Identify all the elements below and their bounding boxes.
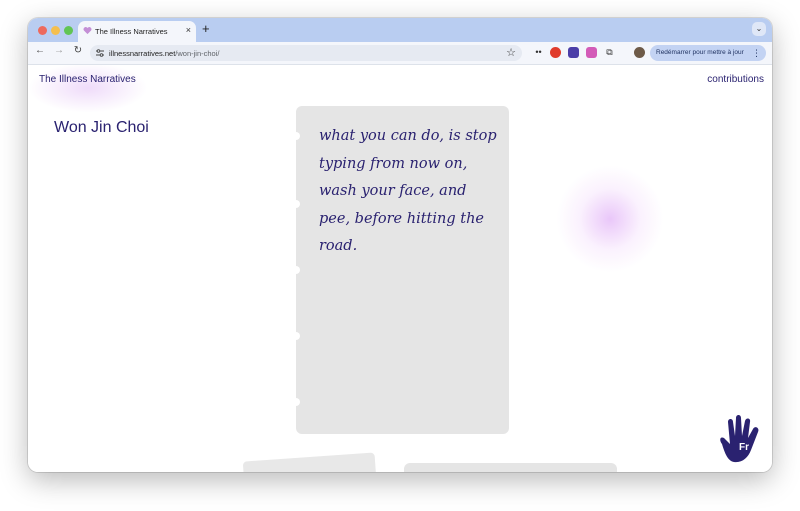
new-tab-button[interactable]: + xyxy=(202,21,210,36)
heart-favicon-icon xyxy=(83,27,92,35)
header-glow xyxy=(28,65,148,113)
pink-extension-icon[interactable] xyxy=(586,47,597,58)
close-window-button[interactable] xyxy=(38,26,47,35)
browser-toolbar: ← → ↻ illnessnarratives.net/won-jin-choi… xyxy=(28,42,772,65)
restart-update-button[interactable]: Redémarrer pour mettre à jour ⋮ xyxy=(650,45,766,61)
hand-icon[interactable]: Fr xyxy=(716,412,760,464)
back-button[interactable]: ← xyxy=(33,45,47,56)
card-notch xyxy=(292,332,300,340)
bookmark-star-icon[interactable]: ☆ xyxy=(506,46,516,59)
site-title-link[interactable]: The Illness Narratives xyxy=(39,74,136,85)
tab-close-icon[interactable]: × xyxy=(186,25,191,35)
minimize-window-button[interactable] xyxy=(51,26,60,35)
puzzle-extension-icon[interactable]: ⧉ xyxy=(604,47,615,58)
purple-extension-icon[interactable] xyxy=(568,47,579,58)
tune-icon[interactable] xyxy=(95,48,105,58)
extension-dots-icon[interactable]: •• xyxy=(533,47,544,58)
url-host: illnessnarratives.net xyxy=(109,49,176,58)
menu-kebab-icon[interactable]: ⋮ xyxy=(752,45,761,61)
tab-search-button[interactable]: ⌄ xyxy=(752,22,766,36)
card-notch xyxy=(292,398,300,406)
card-notch xyxy=(292,266,300,274)
url-text: illnessnarratives.net/won-jin-choi/ xyxy=(109,49,219,58)
update-label: Redémarrer pour mettre à jour xyxy=(656,49,744,56)
reload-button[interactable]: ↻ xyxy=(71,45,85,56)
tilted-card xyxy=(242,452,378,472)
poem-text: what you can do, is stop typing from now… xyxy=(319,128,497,254)
web-page: The Illness Narratives contributions Won… xyxy=(28,65,772,472)
poem-card: what you can do, is stop typing from now… xyxy=(292,106,509,434)
zoom-window-button[interactable] xyxy=(64,26,73,35)
language-badge-text: Fr xyxy=(739,442,749,453)
address-bar[interactable]: illnessnarratives.net/won-jin-choi/ ☆ xyxy=(90,45,522,61)
card-notch xyxy=(292,200,300,208)
url-path: /won-jin-choi/ xyxy=(175,49,220,58)
tab-title: The Illness Narratives xyxy=(95,27,168,36)
forward-button[interactable]: → xyxy=(52,45,66,56)
author-name: Won Jin Choi xyxy=(54,119,149,136)
browser-window: The Illness Narratives × + ⌄ ← → ↻ illne… xyxy=(28,18,772,472)
next-card xyxy=(404,463,617,472)
opera-extension-icon[interactable] xyxy=(550,47,561,58)
contributions-link[interactable]: contributions xyxy=(707,74,764,85)
tab-bar: The Illness Narratives × + ⌄ xyxy=(28,18,772,42)
profile-avatar[interactable] xyxy=(634,47,645,58)
tab-illness-narratives[interactable]: The Illness Narratives × xyxy=(78,21,196,42)
card-notch xyxy=(292,132,300,140)
purple-glow-orb xyxy=(556,165,664,273)
